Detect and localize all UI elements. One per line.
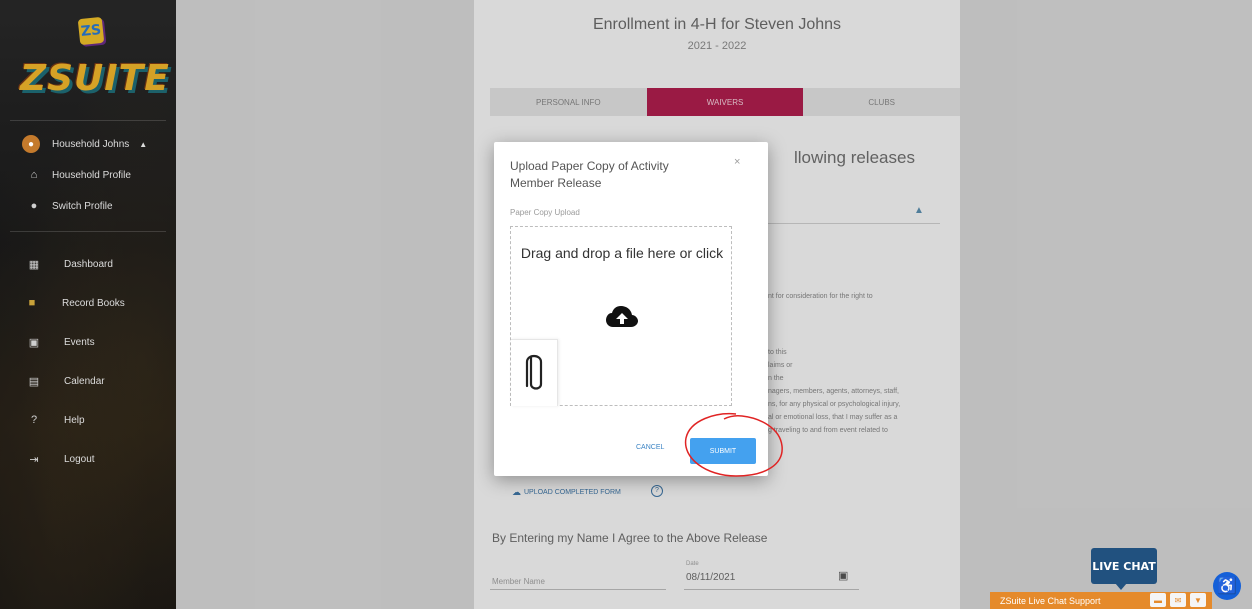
chevron-down-icon[interactable]: ▼ <box>1190 593 1206 607</box>
paperclip-icon <box>525 354 543 390</box>
logout-icon: ⇥ <box>29 453 39 466</box>
sidebar-divider <box>10 231 166 232</box>
calendar-icon: ▤ <box>28 375 40 388</box>
accessibility-icon[interactable]: ♿ <box>1213 572 1241 600</box>
cancel-button[interactable]: CANCEL <box>636 444 664 451</box>
sidebar-item-record-books[interactable]: ■ Record Books <box>0 292 176 314</box>
chat-bubble-icon[interactable]: ▬ <box>1150 593 1166 607</box>
sidebar-item-label: Calendar <box>64 375 105 387</box>
file-dropzone[interactable]: Drag and drop a file here or click <box>510 226 732 406</box>
sidebar-item-label: Record Books <box>62 297 125 309</box>
annotation-circle <box>684 412 783 477</box>
sidebar-item-label: Events <box>64 336 95 348</box>
dashboard-icon: ▦ <box>28 258 40 271</box>
cloud-upload-icon <box>606 306 638 327</box>
sidebar-item-events[interactable]: ▣ Events <box>0 331 176 353</box>
household-switcher[interactable]: ● Household Johns ▲ <box>0 133 176 155</box>
live-chat-bar-label: ZSuite Live Chat Support <box>1000 595 1101 606</box>
sidebar-item-dashboard[interactable]: ▦ Dashboard <box>0 253 176 275</box>
sidebar-item-label: Dashboard <box>64 258 113 270</box>
caret-up-icon: ▲ <box>139 139 148 149</box>
attachment-preview <box>511 339 558 406</box>
mail-icon[interactable]: ✉ <box>1170 593 1186 607</box>
sidebar-item-household-profile[interactable]: ⌂ Household Profile <box>0 164 176 186</box>
sidebar-item-label: Switch Profile <box>52 200 113 212</box>
sidebar-item-help[interactable]: ? Help <box>0 409 176 431</box>
dropzone-text: Drag and drop a file here or click <box>520 245 724 261</box>
sidebar-item-label: Logout <box>64 453 95 465</box>
help-icon: ? <box>30 414 38 426</box>
sidebar-item-calendar[interactable]: ▤ Calendar <box>0 370 176 392</box>
avatar: ● <box>22 135 40 153</box>
record-books-icon: ■ <box>28 297 36 309</box>
close-icon[interactable]: × <box>734 156 740 168</box>
household-name: Household Johns <box>52 138 130 150</box>
home-icon: ⌂ <box>30 169 38 181</box>
sidebar-divider <box>10 120 166 121</box>
person-icon: ● <box>30 200 38 212</box>
sidebar-item-label: Household Profile <box>52 169 131 181</box>
sidebar-item-switch-profile[interactable]: ● Switch Profile <box>0 195 176 217</box>
event-icon: ▣ <box>28 336 40 349</box>
sidebar-item-label: Help <box>64 414 85 426</box>
sidebar-item-logout[interactable]: ⇥ Logout <box>0 448 176 470</box>
paper-copy-upload-label: Paper Copy Upload <box>510 208 580 217</box>
live-chat-badge[interactable]: LIVE CHAT <box>1091 548 1157 590</box>
dialog-title: Upload Paper Copy of Activity Member Rel… <box>510 159 669 190</box>
